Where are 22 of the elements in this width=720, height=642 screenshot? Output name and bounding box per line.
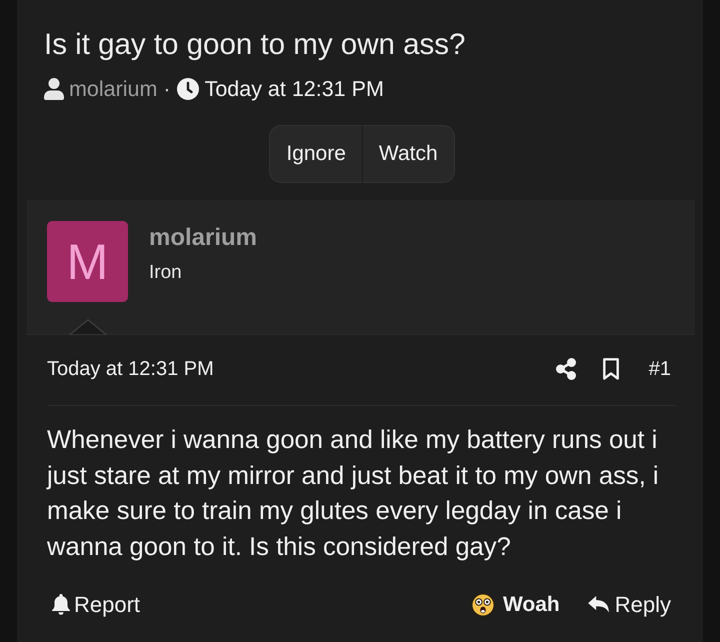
share-icon[interactable]	[556, 358, 576, 380]
astonished-emoji-icon	[470, 592, 495, 617]
post-body: Whenever i wanna goon and like my battery runs out i just stare at my mirror and just beat it to my own ass, i make sure to train my glutes every legday in case i wanna goon to it. Is this considered gay?	[47, 425, 660, 564]
user-icon	[44, 78, 64, 100]
post-date-link[interactable]: Today at 12:31 PM	[47, 358, 214, 380]
bell-icon	[52, 594, 70, 616]
username-link[interactable]: molarium	[149, 223, 258, 253]
bookmark-icon[interactable]	[602, 358, 619, 380]
user-rank: Iron	[149, 261, 182, 285]
author-link[interactable]: molarium	[69, 76, 158, 102]
ignore-button[interactable]: Ignore	[269, 125, 362, 183]
reply-arrow-icon	[588, 596, 609, 614]
watch-button[interactable]: Watch	[362, 125, 455, 183]
report-link[interactable]: Report	[52, 590, 140, 620]
thread-date: Today at 12:31 PM	[204, 76, 384, 102]
avatar[interactable]: M	[47, 221, 128, 302]
thread-title: Is it gay to goon to my own ass?	[43, 29, 466, 61]
separator-dot: ·	[163, 76, 171, 102]
reply-link[interactable]: Reply	[588, 590, 671, 620]
reaction-link[interactable]: Woah	[470, 590, 560, 620]
clock-icon	[176, 78, 199, 100]
post-number-link[interactable]: #1	[648, 358, 671, 380]
